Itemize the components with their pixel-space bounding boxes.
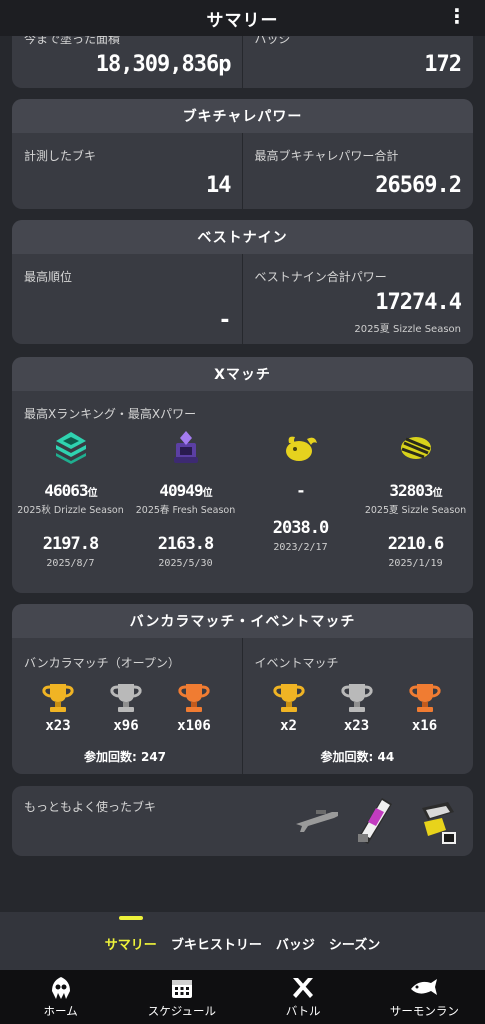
silver-trophy-icon: x96 [92,682,160,734]
bankara-event-card: バンカラマッチ・イベントマッチ バンカラマッチ（オープン） x23 x96 x1… [12,604,473,774]
xmatch-power: 2197.8 [42,534,99,554]
nav-schedule[interactable]: スケジュール [127,975,237,1019]
nav-battle[interactable]: バトル [248,975,358,1019]
weapon-splatling-icon [352,794,398,852]
xmatch-power: 2210.6 [387,534,444,554]
best-rank-value: - [218,308,231,333]
weapon-power-card: ブキチャレパワー 計測したブキ 14 最高ブキチャレパワー合計 26569.2 [12,99,473,209]
xmatch-season: 2025春 Fresh Season [135,505,236,516]
xmatch-season: 2025夏 Sizzle Season [364,505,467,516]
tower-control-icon [168,429,204,465]
app-header: サマリー ⋮ [0,0,485,36]
best-nine-power-value: 17274.4 [375,290,462,315]
xmatch-rank: - [296,481,306,500]
xmatch-date: 2023/2/17 [273,542,328,553]
xmatch-title: Xマッチ [12,357,473,391]
xmatch-rank: 46063 [44,481,88,500]
summary-tab-bar: サマリー ブキヒストリー バッジ シーズン [0,912,485,970]
xmatch-date: 2025/1/19 [388,558,443,569]
event-match-label: イベントマッチ [254,656,339,670]
bottom-navigation: ホーム スケジュール バトル サーモンラン [0,970,485,1024]
paint-area-value: 18,309,836p [95,52,232,77]
xmatch-column-splat-zones: 46063位 2025秋 Drizzle Season 2197.8 2025/… [13,429,128,569]
rainmaker-icon [283,429,319,465]
xmatch-column-tower-control: 40949位 2025春 Fresh Season 2163.8 2025/5/… [128,429,243,569]
xmatch-rank: 40949 [159,481,203,500]
badge-count-value: 172 [424,52,462,77]
silver-trophy-icon: x23 [323,682,391,734]
trophy-count: x2 [280,718,297,734]
bankara-participation: 参加回数: 247 [84,750,167,764]
tab-badges[interactable]: バッジ [276,930,315,953]
xmatch-column-clam-blitz: 32803位 2025夏 Sizzle Season 2210.6 2025/1… [358,429,473,569]
bankara-open-label: バンカラマッチ（オープン） [24,656,180,670]
nav-home-label: ホーム [43,1004,78,1018]
bronze-trophy-icon: x16 [391,682,459,734]
best-nine-card: ベストナイン 最高順位 - ベストナイン合計パワー 17274.4 2025夏 … [12,220,473,344]
bankara-event-title: バンカラマッチ・イベントマッチ [12,604,473,638]
xmatch-column-rainmaker: - 2038.0 2023/2/17 [243,429,358,553]
nav-home[interactable]: ホーム [6,975,116,1019]
crossed-weapons-icon [293,978,314,998]
measured-weapons-label: 計測したブキ [24,149,97,163]
most-used-weapons-label: もっともよく使ったブキ [24,800,157,814]
bronze-trophy-icon: x106 [160,682,228,734]
salmon-icon [411,979,438,995]
xmatch-card: Xマッチ 最高Xランキング・最高Xパワー 46063位 2025秋 Drizzl… [12,357,473,593]
squid-icon [51,977,70,999]
xmatch-subtitle: 最高Xランキング・最高Xパワー [24,407,197,421]
max-weapon-power-value: 26569.2 [375,173,462,198]
tab-summary[interactable]: サマリー [105,930,157,953]
calendar-icon [171,980,192,998]
trophy-count: x23 [45,718,71,734]
trophy-count: x106 [177,718,211,734]
measured-weapons-value: 14 [206,173,231,198]
trophy-count: x23 [343,718,370,734]
xmatch-season: 2025秋 Drizzle Season [17,505,124,516]
best-rank-label: 最高順位 [24,270,73,284]
tab-weapon-history[interactable]: ブキヒストリー [171,930,262,953]
max-weapon-power-label: 最高ブキチャレパワー合計 [254,149,399,163]
nav-battle-label: バトル [285,1004,321,1018]
nav-schedule-label: スケジュール [147,1004,216,1018]
gold-trophy-icon: x2 [255,682,323,734]
xmatch-power: 2163.8 [157,534,214,554]
xmatch-date: 2025/8/7 [46,558,95,569]
xmatch-rank: 32803 [389,481,433,500]
best-nine-season: 2025夏 Sizzle Season [354,324,461,335]
best-nine-power-label: ベストナイン合計パワー [254,270,387,284]
trophy-count: x16 [411,718,438,734]
best-nine-title: ベストナイン [12,220,473,254]
nav-salmon-run-label: サーモンラン [389,1004,459,1018]
splat-zones-icon [53,429,89,465]
clam-blitz-icon [398,429,434,465]
gold-trophy-icon: x23 [24,682,92,734]
trophy-count: x96 [113,718,139,734]
weapon-brella-icon [412,798,460,852]
xmatch-power: 2038.0 [272,518,329,538]
page-title: サマリー [206,10,279,31]
weapon-sniper-icon [294,804,342,838]
event-participation: 参加回数: 44 [320,750,395,764]
tab-seasons[interactable]: シーズン [329,930,380,953]
more-menu-icon[interactable]: ⋮ [447,4,467,28]
weapon-power-title: ブキチャレパワー [12,99,473,133]
xmatch-date: 2025/5/30 [158,558,213,569]
most-used-weapons-card[interactable]: もっともよく使ったブキ [12,786,473,856]
nav-salmon-run[interactable]: サーモンラン [369,975,479,1019]
